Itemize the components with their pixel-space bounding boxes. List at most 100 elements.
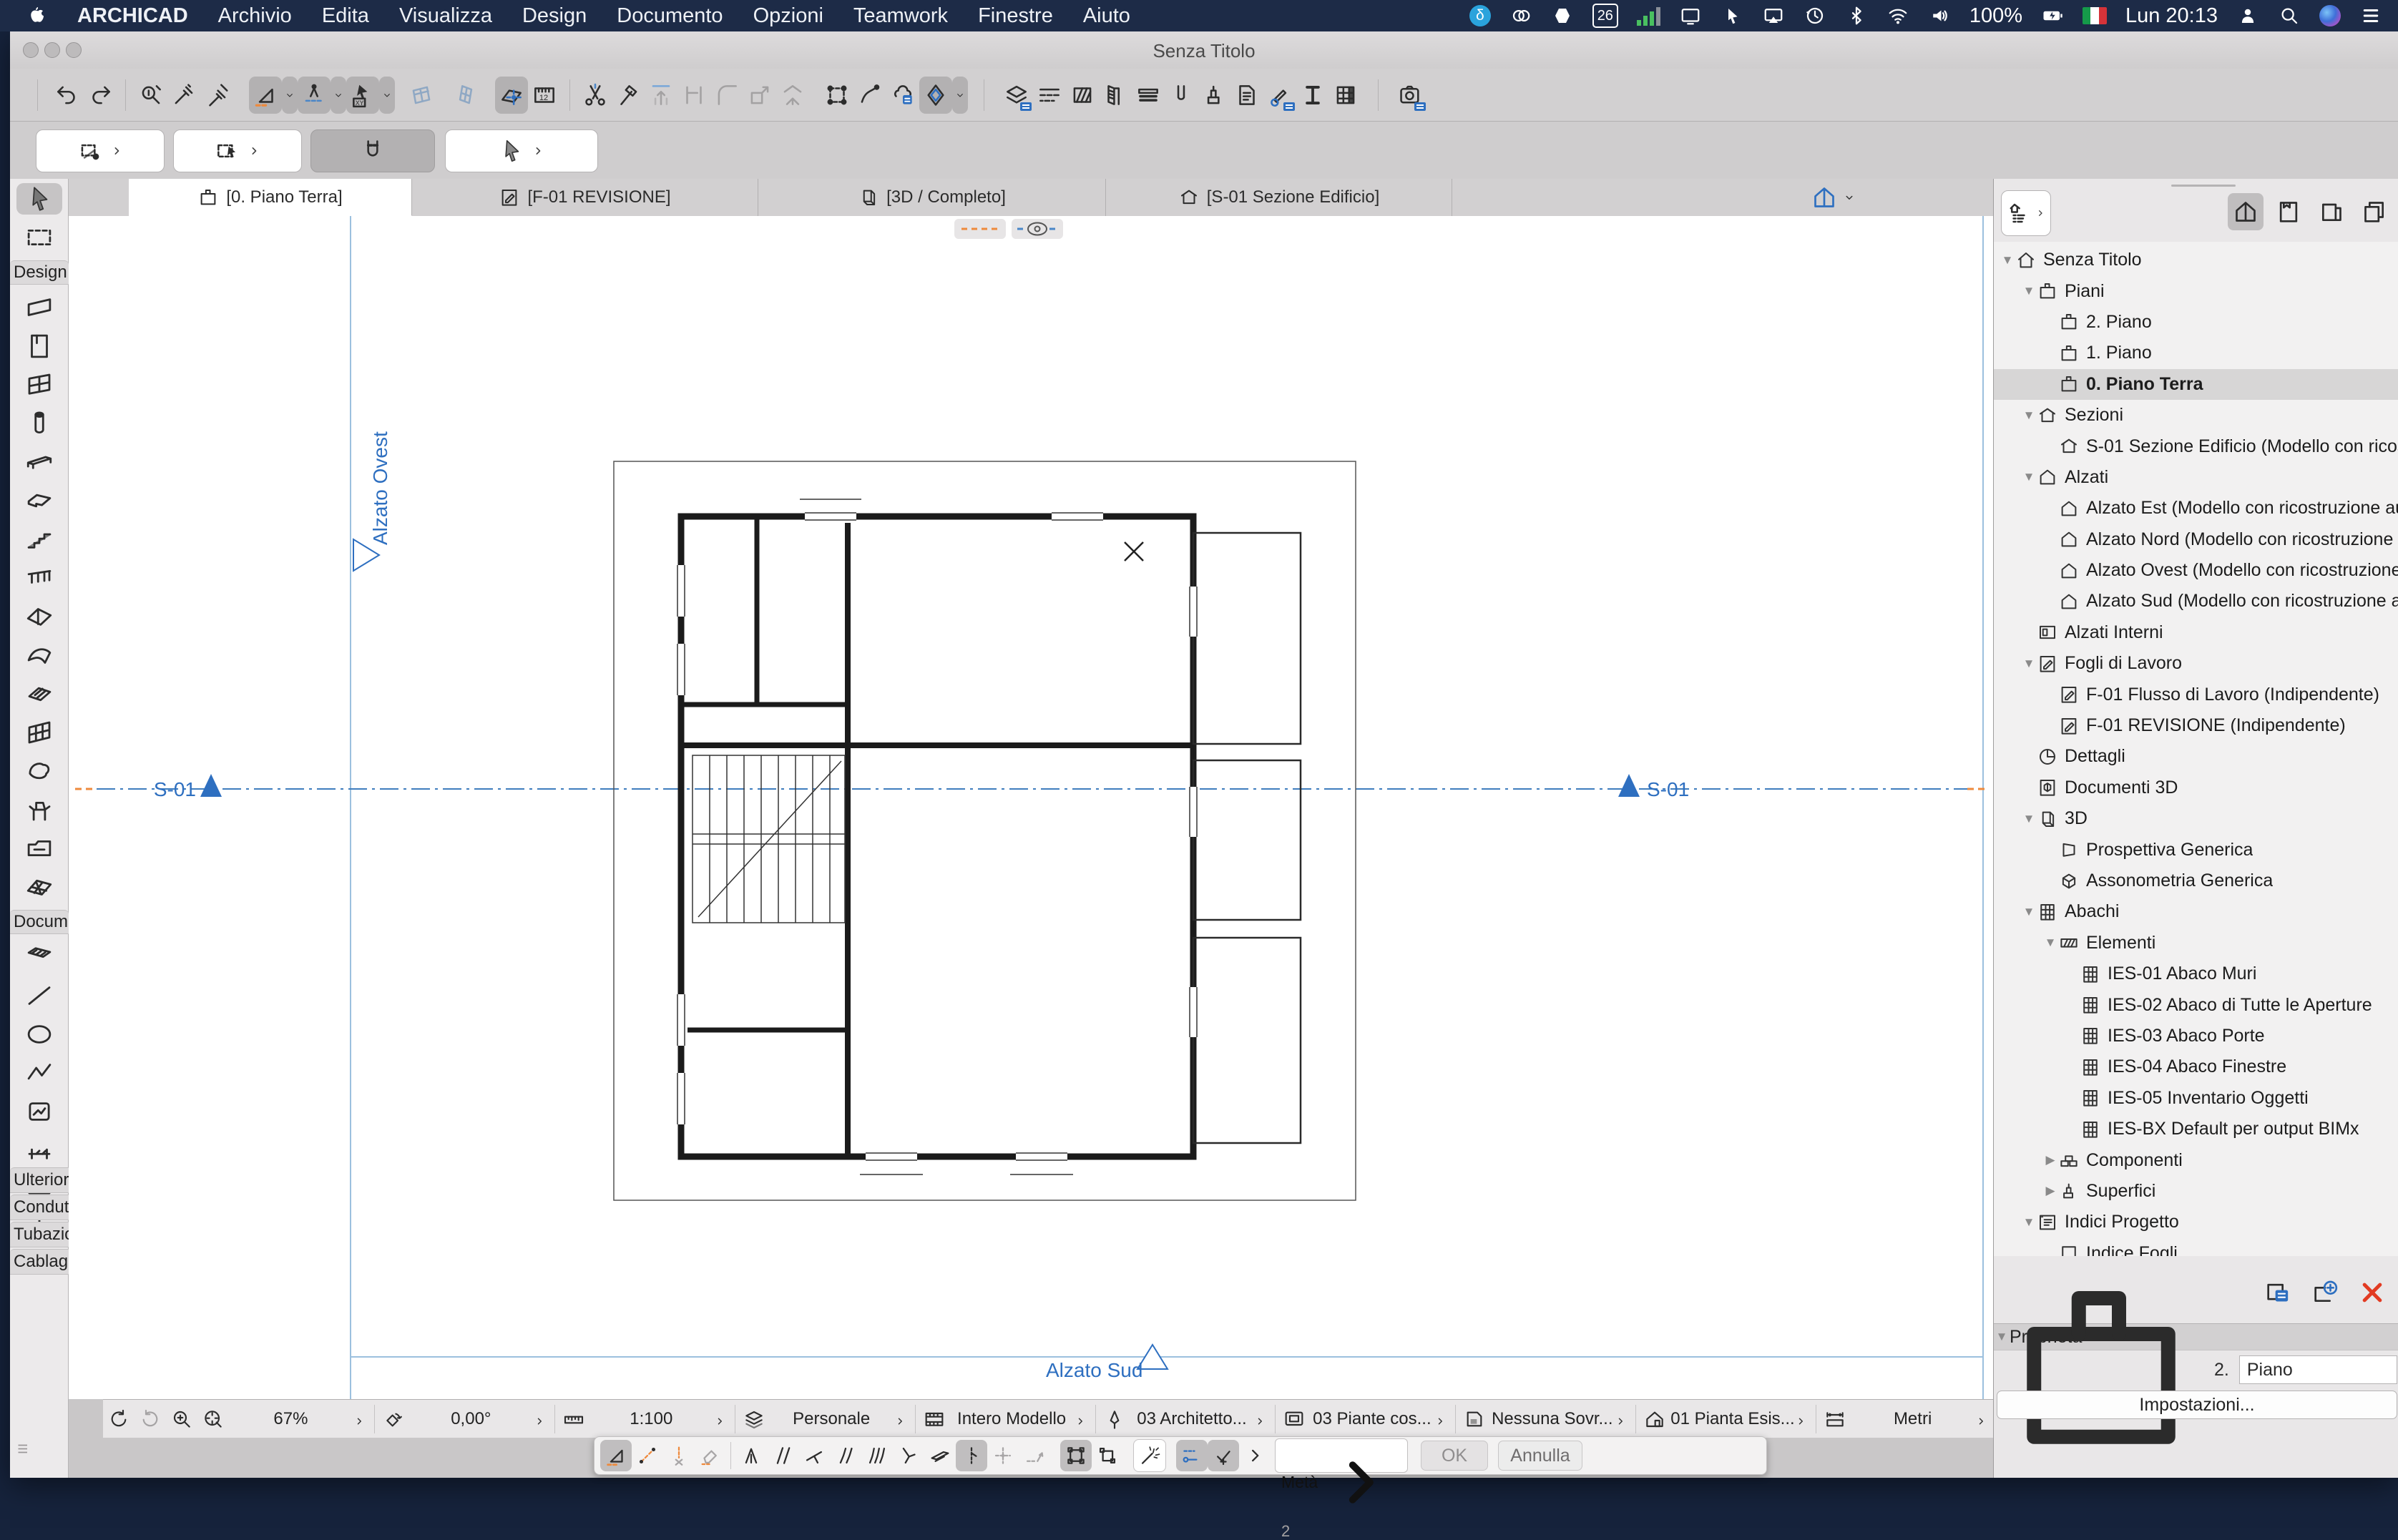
tab-4[interactable]: [S-01 Sezione Edificio] [1106, 179, 1452, 216]
snap-constraint-button[interactable] [1208, 1440, 1239, 1471]
pen-set-button[interactable] [1099, 1405, 1130, 1433]
wifi-icon[interactable] [1886, 4, 1909, 27]
tool-arc-circle[interactable] [16, 1019, 62, 1050]
redo-button[interactable] [84, 77, 117, 114]
tool-window-tool[interactable] [16, 369, 62, 401]
revision-cloud-button[interactable] [886, 77, 919, 114]
section-marker-left[interactable] [200, 774, 222, 797]
tool-line[interactable] [16, 980, 62, 1011]
edit-box-button[interactable] [1092, 1440, 1123, 1471]
tool-marquee[interactable] [16, 222, 62, 253]
trim-button[interactable] [677, 77, 710, 114]
tracker-xy-button[interactable]: XY: [346, 77, 379, 114]
reno-override-button[interactable] [1459, 1405, 1490, 1433]
cancel-button[interactable]: Annulla [1498, 1441, 1582, 1471]
attr-marker-button[interactable] [1230, 77, 1263, 114]
menu-documento[interactable]: Documento [617, 4, 723, 28]
tool-door[interactable] [16, 330, 62, 362]
statusbar-menu[interactable]: Nessuna Sovr... [1490, 1409, 1633, 1429]
freehand-button[interactable] [853, 77, 886, 114]
tool-wall[interactable] [16, 292, 62, 323]
app-menu-archicad[interactable]: ARCHICAD [77, 4, 188, 28]
tree-item[interactable]: ▼Senza Titolo [1994, 245, 2398, 275]
tool-shell[interactable] [16, 639, 62, 671]
rotation-button[interactable] [378, 1405, 409, 1433]
statusbar-menu[interactable]: 03 Architetto... [1130, 1409, 1273, 1429]
tree-item[interactable]: ▼Piani [1994, 275, 2398, 306]
tool-roof[interactable] [16, 601, 62, 632]
guide-lines-button[interactable] [249, 77, 282, 114]
zoom-in-button[interactable] [166, 1405, 197, 1433]
pointer-status-icon[interactable] [1721, 4, 1743, 27]
nav-back-button[interactable] [103, 1405, 134, 1433]
menu-design[interactable]: Design [522, 4, 587, 28]
cursor-button[interactable] [445, 129, 598, 172]
nav-forward-button[interactable] [134, 1405, 166, 1433]
elevation-label-south[interactable]: Alzato Sud [1046, 1359, 1142, 1382]
publisher-button[interactable] [2357, 193, 2392, 230]
undo-button[interactable] [51, 77, 84, 114]
project-chooser-button[interactable] [2001, 190, 2051, 236]
navigator-toggle-button[interactable] [1803, 182, 1863, 213]
snap-offset-button[interactable] [830, 1440, 861, 1471]
tree-item[interactable]: IES-BX Default per output BIMx [1994, 1114, 2398, 1144]
grid-skewed-button[interactable] [405, 77, 438, 114]
x-mark[interactable] [1125, 542, 1143, 561]
tree-item[interactable]: ▼Elementi [1994, 928, 2398, 958]
edit-plane-button[interactable] [495, 77, 528, 114]
tool-fill[interactable] [16, 941, 62, 973]
attr-brush-button[interactable] [1198, 77, 1230, 114]
chevron-down-button[interactable] [379, 77, 395, 114]
snap-angle-button[interactable] [893, 1440, 924, 1471]
creative-cloud-icon[interactable] [1509, 4, 1532, 27]
attr-surface-button[interactable] [1132, 77, 1165, 114]
disclosure-open-icon[interactable]: ▼ [2021, 470, 2037, 484]
tree-item[interactable]: 2. Piano [1994, 307, 2398, 338]
menu-aiuto[interactable]: Aiuto [1083, 4, 1130, 28]
tree-item[interactable]: Alzato Est (Modello con ricostruzione au… [1994, 493, 2398, 524]
marquee-select-button[interactable] [173, 129, 302, 172]
panel-drag-handle[interactable] [2171, 185, 2236, 187]
delete-x-button[interactable] [2357, 1277, 2388, 1308]
tool-column[interactable] [16, 408, 62, 439]
pickup-parameters-button[interactable] [167, 77, 200, 114]
toolbox-section-design[interactable]: Design [10, 260, 69, 285]
tree-item[interactable]: 1. Piano [1994, 338, 2398, 368]
disclosure-closed-icon[interactable]: ▶ [2042, 1153, 2058, 1167]
disclosure-open-icon[interactable]: ▼ [2021, 905, 2037, 919]
toolbox-section-docume[interactable]: Docume [10, 910, 69, 934]
tree-item[interactable]: ▼Indici Progetto [1994, 1207, 2398, 1237]
activity-bars-icon[interactable] [1637, 6, 1660, 26]
scale-ruler-button[interactable] [558, 1405, 589, 1433]
align-button[interactable] [645, 77, 677, 114]
tree-item[interactable]: ▶Componenti [1994, 1144, 2398, 1175]
tree-item[interactable]: IES-02 Abaco di Tutte le Aperture [1994, 989, 2398, 1020]
grid-rotated-button[interactable] [449, 77, 482, 114]
fillet-button[interactable] [710, 77, 743, 114]
view-map-button[interactable] [2271, 193, 2306, 230]
view-settings-card-button[interactable] [2262, 1277, 2294, 1308]
tab-1[interactable]: [0. Piano Terra] [129, 179, 412, 216]
section-label-right[interactable]: S-01 [1647, 778, 1689, 801]
tree-item[interactable]: Alzato Sud (Modello con ricostruzione au [1994, 586, 2398, 617]
tab-3[interactable]: [3D / Completo] [758, 179, 1106, 216]
tool-figure[interactable] [16, 1096, 62, 1127]
hexagon-status-icon[interactable] [1551, 4, 1574, 27]
dim-unit-button[interactable] [1819, 1405, 1851, 1433]
tool-object[interactable] [16, 794, 62, 825]
trace-visibility-button[interactable] [1012, 219, 1063, 239]
favorites-button[interactable] [919, 77, 952, 114]
tree-item[interactable]: IES-05 Inventario Oggetti [1994, 1083, 2398, 1114]
airplay-icon[interactable] [1762, 4, 1785, 27]
resize-button[interactable] [743, 77, 776, 114]
tool-slab[interactable] [16, 485, 62, 516]
menu-opzioni[interactable]: Opzioni [753, 4, 823, 28]
tree-item[interactable]: ▼Sezioni [1994, 400, 2398, 431]
display-status-icon[interactable] [1679, 4, 1702, 27]
disclosure-open-icon[interactable]: ▼ [2021, 408, 2037, 423]
snap-guides-button[interactable] [298, 77, 331, 114]
tool-polyline[interactable] [16, 1057, 62, 1089]
snap-guide-toggle-button[interactable] [1176, 1440, 1208, 1471]
snap-parallel-button[interactable] [767, 1440, 798, 1471]
calendar-status-icon[interactable]: 26 [1592, 4, 1618, 28]
